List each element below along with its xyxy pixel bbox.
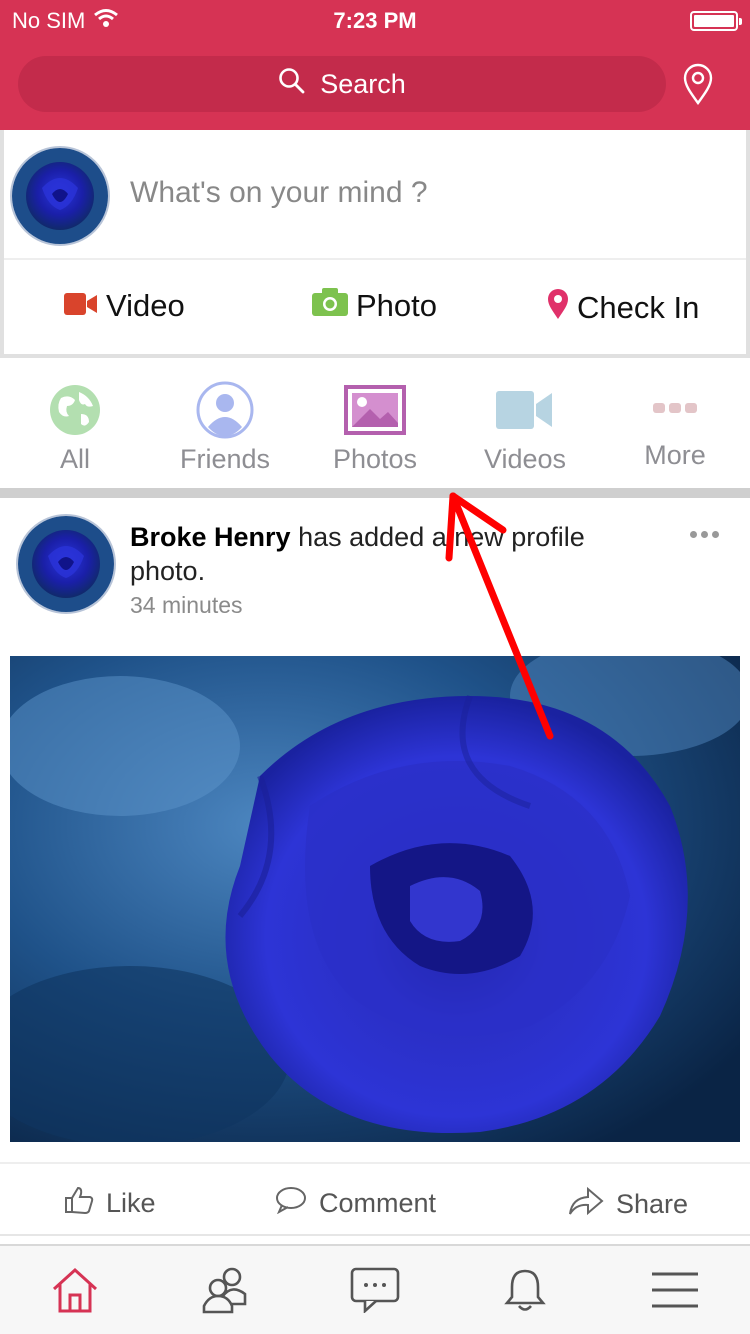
- post-author-avatar[interactable]: [16, 514, 116, 614]
- friends-icon: [201, 1266, 249, 1319]
- post-author-name[interactable]: Broke Henry: [130, 522, 291, 552]
- person-icon: [150, 380, 300, 440]
- filter-photos[interactable]: Photos: [300, 380, 450, 475]
- search-bar[interactable]: Search: [18, 56, 666, 112]
- photo-action-label: Photo: [356, 288, 438, 323]
- check-in-action-button[interactable]: Check In: [547, 288, 699, 328]
- image-icon: [300, 380, 450, 440]
- filter-videos-label: Videos: [483, 444, 567, 474]
- like-button[interactable]: Like: [64, 1186, 156, 1221]
- filter-more[interactable]: More: [600, 380, 750, 471]
- section-divider: [0, 488, 750, 498]
- filter-all[interactable]: All: [0, 380, 150, 475]
- map-pin-icon: [547, 288, 569, 328]
- post-text: Broke Henry has added a new profile phot…: [130, 520, 650, 588]
- filter-friends-label: Friends: [179, 444, 271, 474]
- status-time: 7:23 PM: [333, 8, 417, 33]
- app-header: No SIM 7:23 PM Search: [0, 0, 750, 130]
- comment-button[interactable]: Comment: [275, 1186, 436, 1221]
- search-icon: [278, 67, 306, 102]
- tab-notifications[interactable]: [495, 1266, 555, 1318]
- post-more-icon[interactable]: [690, 524, 730, 544]
- share-icon: [568, 1186, 604, 1223]
- bottom-tab-bar: [0, 1244, 750, 1334]
- tab-friends[interactable]: [195, 1266, 255, 1318]
- messages-icon: [350, 1267, 400, 1318]
- composer-top: What's on your mind ?: [4, 130, 746, 260]
- thumbs-up-icon: [64, 1186, 94, 1221]
- composer-actions: Video Photo Check In: [4, 262, 746, 352]
- photo-action-button[interactable]: Photo: [312, 288, 437, 324]
- home-icon: [51, 1267, 99, 1318]
- comment-label: Comment: [319, 1188, 437, 1218]
- filter-videos[interactable]: Videos: [450, 380, 600, 475]
- camera-icon: [312, 288, 348, 324]
- filter-friends[interactable]: Friends: [150, 380, 300, 475]
- menu-icon: [650, 1270, 700, 1315]
- search-label: Search: [320, 68, 406, 99]
- tab-home[interactable]: [45, 1266, 105, 1318]
- video-action-label: Video: [106, 288, 185, 323]
- tab-menu[interactable]: [645, 1266, 705, 1318]
- composer-input[interactable]: What's on your mind ?: [130, 176, 428, 210]
- video-camera-icon: [64, 288, 98, 324]
- video-action-button[interactable]: Video: [64, 288, 185, 324]
- like-label: Like: [106, 1188, 156, 1218]
- share-label: Share: [616, 1189, 689, 1219]
- video-icon: [450, 380, 600, 440]
- more-dots-icon: [600, 380, 750, 436]
- status-bar: No SIM 7:23 PM: [0, 0, 750, 40]
- location-pin-icon[interactable]: [680, 62, 716, 106]
- post-timestamp: 34 minutes: [130, 592, 243, 618]
- post-composer: What's on your mind ? Video Photo Check …: [0, 130, 750, 358]
- globe-icon: [0, 380, 150, 440]
- feed-filter-bar: All Friends Photos Videos More: [0, 368, 750, 488]
- tab-messages[interactable]: [345, 1266, 405, 1318]
- check-in-action-label: Check In: [577, 290, 700, 325]
- avatar[interactable]: [10, 146, 110, 246]
- post-photo[interactable]: [10, 656, 740, 1142]
- comment-icon: [275, 1186, 307, 1221]
- filter-photos-label: Photos: [332, 444, 418, 474]
- filter-all-label: All: [59, 444, 90, 474]
- post-header: Broke Henry has added a new profile phot…: [0, 498, 750, 648]
- post-actions-bar: Like Comment Share: [0, 1162, 750, 1236]
- filter-more-label: More: [644, 440, 706, 470]
- battery-icon: [690, 11, 742, 31]
- notifications-icon: [504, 1267, 546, 1318]
- share-button[interactable]: Share: [568, 1186, 688, 1223]
